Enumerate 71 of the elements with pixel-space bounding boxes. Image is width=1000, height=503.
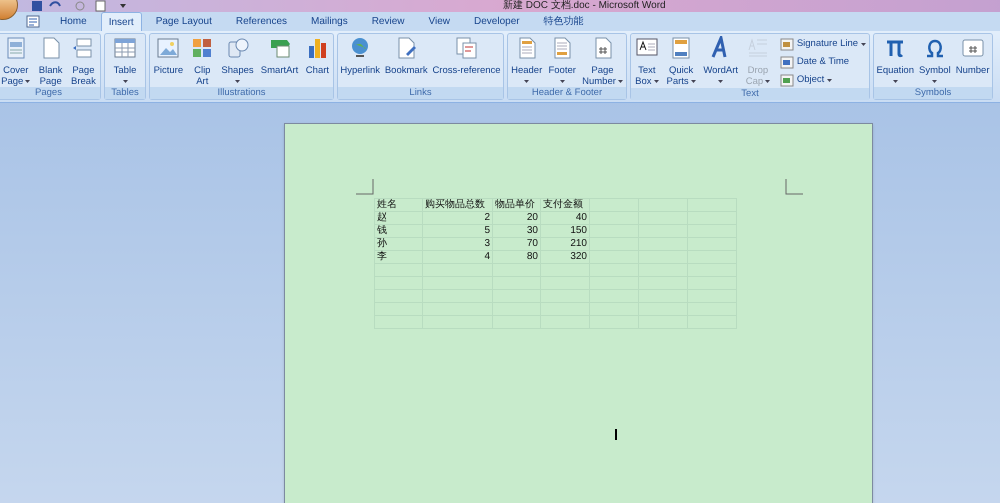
ribbon-button[interactable]: Quick Parts xyxy=(666,36,697,87)
ribbon-button[interactable]: Cross-reference xyxy=(431,36,502,76)
table-cell: 5 xyxy=(422,224,492,238)
table-cell: 购买物品总数 xyxy=(422,198,492,212)
margin-corner-mark xyxy=(356,179,374,195)
ribbon-button-icon xyxy=(454,36,478,60)
table-cell: 李 xyxy=(374,250,422,264)
table-cell: 80 xyxy=(492,250,540,264)
group-label: Text xyxy=(631,88,869,100)
table-cell: 70 xyxy=(492,238,540,250)
table-cell: 姓名 xyxy=(374,198,422,212)
table-cell: 40 xyxy=(540,212,590,224)
ribbon-tab[interactable]: Home xyxy=(50,12,97,31)
table-cell: 物品单价 xyxy=(492,198,540,212)
ribbon-button[interactable]: Bookmark xyxy=(384,36,429,76)
ribbon-small-button[interactable]: Date & Time xyxy=(780,54,866,70)
table-cell: 4 xyxy=(422,250,492,264)
ribbon-button[interactable]: Page Number xyxy=(581,36,624,87)
ribbon-tab[interactable]: References xyxy=(226,12,298,31)
table-cell: 150 xyxy=(540,224,590,238)
group-label: Pages xyxy=(0,87,100,99)
table-cell: 支付金额 xyxy=(540,198,590,212)
ribbon-button[interactable]: WordArt xyxy=(702,36,740,87)
table-cell: 钱 xyxy=(374,224,422,238)
ribbon-small-button[interactable]: Object xyxy=(780,72,866,88)
small-button-icon xyxy=(780,38,794,50)
ribbon-button[interactable]: Hyperlink xyxy=(339,36,382,76)
text-cursor xyxy=(615,429,617,440)
ribbon-tab[interactable]: Page Layout xyxy=(146,12,222,31)
table-cell: 320 xyxy=(540,250,590,264)
ribbon-small-button[interactable]: Signature Line xyxy=(780,36,866,52)
ribbon-button-icon xyxy=(113,36,137,60)
ribbon-tab[interactable]: 特色功能 xyxy=(534,12,594,31)
table-cell: 30 xyxy=(492,224,540,238)
margin-corner-mark xyxy=(785,179,803,195)
table-cell: 210 xyxy=(540,238,590,250)
ribbon-button[interactable]: Footer xyxy=(547,36,577,87)
ribbon-tab[interactable]: Developer xyxy=(464,12,530,31)
group-label: Illustrations xyxy=(150,87,333,99)
ribbon-button-icon xyxy=(226,36,250,60)
ribbon-button[interactable]: Table xyxy=(112,36,138,87)
ribbon-button[interactable]: Number xyxy=(954,36,990,76)
group-label: Symbols xyxy=(874,87,992,99)
word-document-icon[interactable] xyxy=(26,15,40,28)
group-label: Header & Footer xyxy=(508,87,626,99)
ribbon-tab[interactable]: Mailings xyxy=(301,12,358,31)
ribbon-button[interactable]: Shapes xyxy=(220,36,255,87)
group-label: Links xyxy=(338,87,503,99)
ribbon-button[interactable]: Chart xyxy=(304,36,330,76)
ribbon-button[interactable]: SmartArt xyxy=(260,36,300,76)
table-cell: 2 xyxy=(422,212,492,224)
ribbon-button[interactable]: Header xyxy=(510,36,544,87)
ribbon-button[interactable]: Clip Art xyxy=(189,36,216,87)
ribbon-button[interactable]: Text Box xyxy=(634,36,660,87)
small-button-icon xyxy=(780,74,794,86)
ribbon-button[interactable]: Equation xyxy=(876,36,916,87)
ribbon-tab[interactable]: Insert xyxy=(100,12,142,31)
ribbon-button-icon xyxy=(156,36,180,60)
ribbon-tab[interactable]: Review xyxy=(362,12,414,31)
table-cell: 孙 xyxy=(374,238,422,250)
ribbon-button[interactable]: Symbol xyxy=(918,36,952,87)
table-cell: 3 xyxy=(422,238,492,250)
group-label: Tables xyxy=(105,87,145,99)
table-cell: 赵 xyxy=(374,212,422,224)
ribbon-button[interactable]: Picture xyxy=(152,36,184,76)
ribbon-button[interactable]: Page Break xyxy=(70,36,97,87)
ribbon-button[interactable]: Cover Page xyxy=(0,36,32,87)
small-button-icon xyxy=(780,56,794,68)
table-cell: 20 xyxy=(492,212,540,224)
ribbon-button[interactable]: Blank Page xyxy=(38,36,64,87)
ribbon-tab[interactable]: View xyxy=(418,12,460,31)
